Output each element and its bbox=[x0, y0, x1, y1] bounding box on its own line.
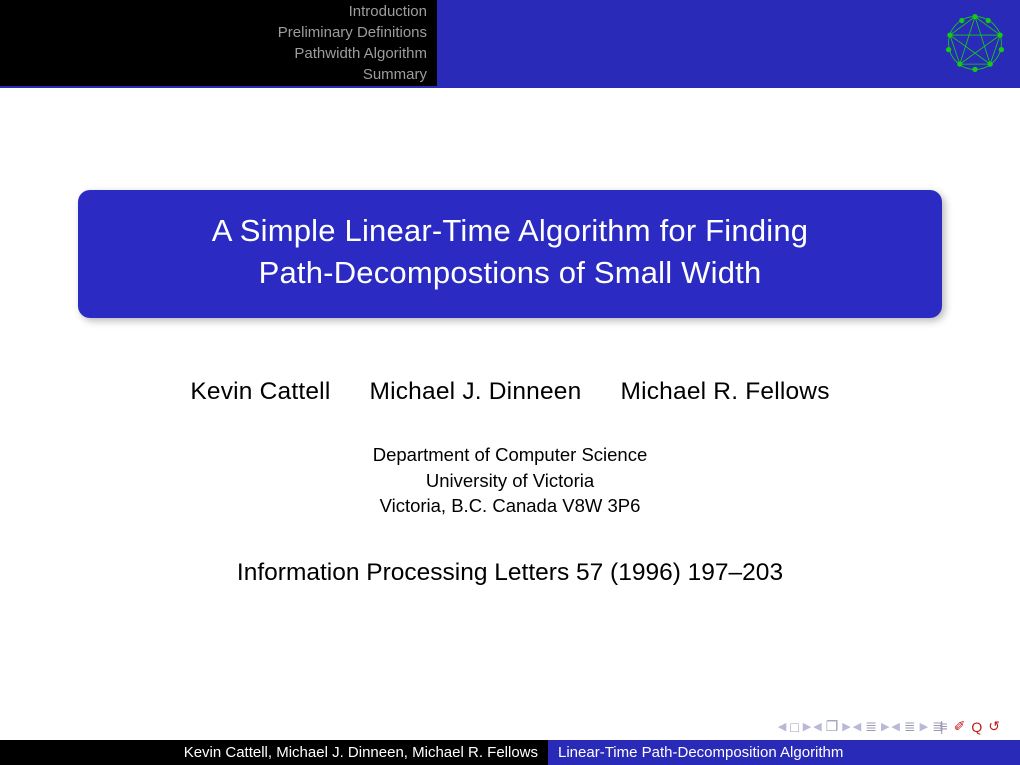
nav-prev-icon[interactable]: ◀ bbox=[853, 720, 861, 733]
nav-prev-icon[interactable]: ◀ bbox=[813, 720, 821, 733]
nav-presentation-icon[interactable]: ≣|≡ bbox=[932, 718, 944, 735]
nav-next-icon[interactable]: ▶ bbox=[920, 720, 928, 733]
header-logo-area bbox=[437, 0, 1020, 86]
author: Kevin Cattell bbox=[190, 378, 330, 406]
title-line: A Simple Linear-Time Algorithm for Findi… bbox=[88, 210, 932, 252]
graph-icon bbox=[942, 10, 1008, 76]
section-item[interactable]: Summary bbox=[363, 64, 427, 85]
nav-back-icon[interactable]: ✐ bbox=[954, 718, 966, 735]
nav-search-icon[interactable]: Q bbox=[971, 719, 982, 735]
footer-title: Linear-Time Path-Decomposition Algorithm bbox=[548, 740, 1020, 765]
header-bar: Introduction Preliminary Definitions Pat… bbox=[0, 0, 1020, 86]
affiliation: Department of Computer Science Universit… bbox=[78, 442, 942, 520]
author: Michael R. Fellows bbox=[620, 378, 829, 406]
header-sections: Introduction Preliminary Definitions Pat… bbox=[0, 0, 437, 86]
nav-prev-icon[interactable]: ◀ bbox=[778, 720, 786, 733]
author: Michael J. Dinneen bbox=[369, 378, 581, 406]
affil-line: University of Victoria bbox=[78, 468, 942, 494]
section-item[interactable]: Preliminary Definitions bbox=[278, 22, 427, 43]
journal-citation: Information Processing Letters 57 (1996)… bbox=[78, 559, 942, 587]
title-box: A Simple Linear-Time Algorithm for Findi… bbox=[78, 190, 942, 318]
footer-authors: Kevin Cattell, Michael J. Dinneen, Micha… bbox=[0, 740, 548, 765]
nav-next-icon[interactable]: ▶ bbox=[842, 720, 850, 733]
nav-next-icon[interactable]: ▶ bbox=[803, 720, 811, 733]
nav-next-icon[interactable]: ▶ bbox=[881, 720, 889, 733]
header-underline bbox=[0, 86, 1020, 88]
nav-frame-icon[interactable]: ❐ bbox=[826, 718, 839, 735]
nav-goto-icon[interactable]: ↺ bbox=[988, 718, 1000, 735]
nav-slide-icon[interactable]: □ bbox=[790, 719, 798, 735]
title-line: Path-Decompostions of Small Width bbox=[88, 252, 932, 294]
affil-line: Department of Computer Science bbox=[78, 442, 942, 468]
affil-line: Victoria, B.C. Canada V8W 3P6 bbox=[78, 493, 942, 519]
beamer-nav-symbols[interactable]: ◀ □ ▶ ◀ ❐ ▶ ◀ ≣ ▶ ◀ ≣ ▶ ≣|≡ ✐ Q ↺ bbox=[778, 718, 1002, 735]
footer-bar: Kevin Cattell, Michael J. Dinneen, Micha… bbox=[0, 740, 1020, 765]
nav-section-icon[interactable]: ≣ bbox=[865, 718, 877, 735]
authors: Kevin Cattell Michael J. Dinneen Michael… bbox=[78, 378, 942, 406]
nav-subsection-icon[interactable]: ≣ bbox=[904, 718, 916, 735]
section-item[interactable]: Pathwidth Algorithm bbox=[294, 43, 427, 64]
nav-prev-icon[interactable]: ◀ bbox=[891, 720, 899, 733]
section-item[interactable]: Introduction bbox=[349, 1, 427, 22]
slide-content: A Simple Linear-Time Algorithm for Findi… bbox=[0, 190, 1020, 587]
